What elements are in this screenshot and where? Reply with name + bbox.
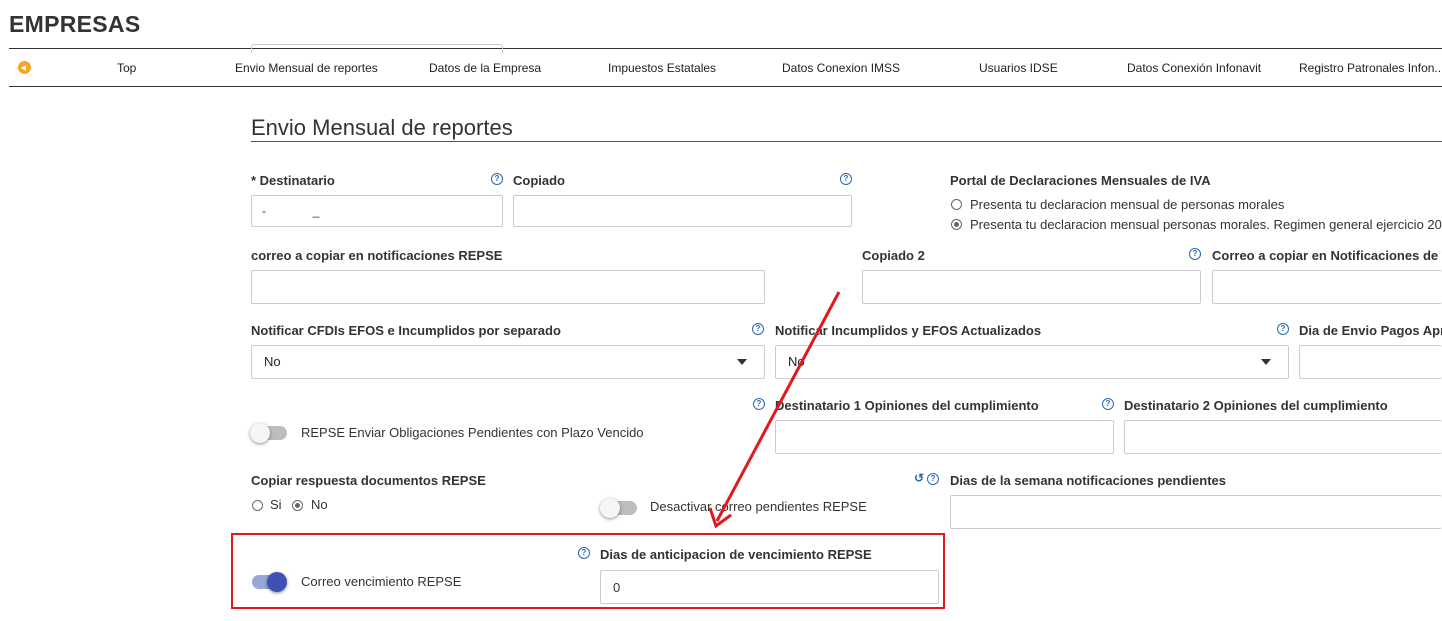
annotation-arrow-line: [715, 291, 841, 522]
annotation-arrow: [708, 291, 841, 529]
